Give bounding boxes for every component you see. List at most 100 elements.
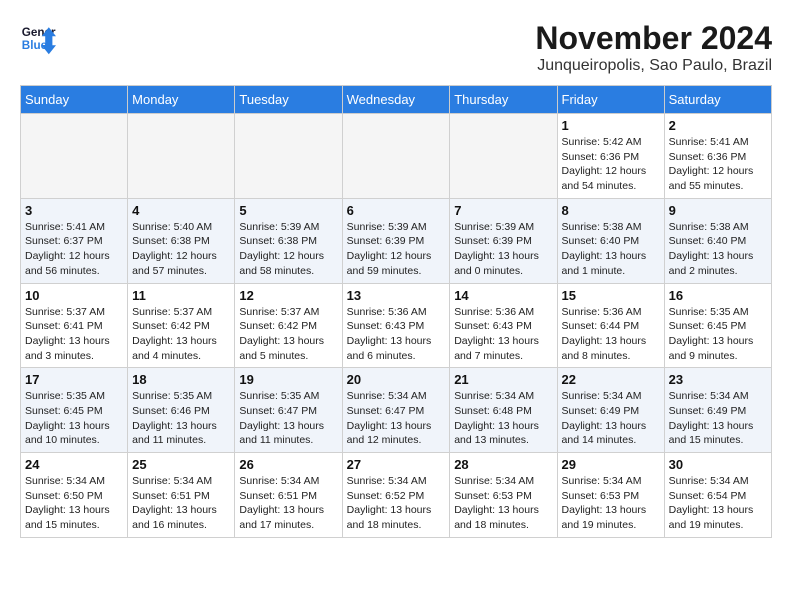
calendar-day-cell: 8 Sunrise: 5:38 AM Sunset: 6:40 PM Daylig… [557,198,664,283]
day-number: 27 [347,457,446,472]
day-info: Sunrise: 5:36 AM Sunset: 6:43 PM Dayligh… [347,305,446,364]
day-info: Sunrise: 5:35 AM Sunset: 6:46 PM Dayligh… [132,389,230,448]
calendar-week-row: 17 Sunrise: 5:35 AM Sunset: 6:45 PM Dayli… [21,368,772,453]
calendar-day-cell [128,114,235,199]
day-number: 3 [25,203,123,218]
day-number: 14 [454,288,552,303]
day-info: Sunrise: 5:34 AM Sunset: 6:50 PM Dayligh… [25,474,123,533]
day-number: 16 [669,288,767,303]
day-number: 21 [454,372,552,387]
location-subtitle: Junqueiropolis, Sao Paulo, Brazil [535,57,772,75]
day-number: 7 [454,203,552,218]
calendar-day-cell: 7 Sunrise: 5:39 AM Sunset: 6:39 PM Daylig… [450,198,557,283]
calendar-day-cell: 14 Sunrise: 5:36 AM Sunset: 6:43 PM Dayli… [450,283,557,368]
calendar-day-cell: 23 Sunrise: 5:34 AM Sunset: 6:49 PM Dayli… [664,368,771,453]
day-number: 6 [347,203,446,218]
calendar-day-cell: 19 Sunrise: 5:35 AM Sunset: 6:47 PM Dayli… [235,368,342,453]
calendar-day-cell: 20 Sunrise: 5:34 AM Sunset: 6:47 PM Dayli… [342,368,450,453]
day-info: Sunrise: 5:38 AM Sunset: 6:40 PM Dayligh… [669,220,767,279]
logo-icon: General Blue [20,20,56,56]
day-info: Sunrise: 5:34 AM Sunset: 6:52 PM Dayligh… [347,474,446,533]
calendar-day-cell: 25 Sunrise: 5:34 AM Sunset: 6:51 PM Dayli… [128,453,235,538]
day-number: 24 [25,457,123,472]
calendar-day-cell: 12 Sunrise: 5:37 AM Sunset: 6:42 PM Dayli… [235,283,342,368]
header-saturday: Saturday [664,86,771,114]
calendar-day-cell: 29 Sunrise: 5:34 AM Sunset: 6:53 PM Dayli… [557,453,664,538]
day-number: 13 [347,288,446,303]
calendar-week-row: 10 Sunrise: 5:37 AM Sunset: 6:41 PM Dayli… [21,283,772,368]
calendar-day-cell: 11Sunrise: 5:37 AM Sunset: 6:42 PM Dayli… [128,283,235,368]
day-info: Sunrise: 5:39 AM Sunset: 6:39 PM Dayligh… [454,220,552,279]
day-number: 18 [132,372,230,387]
header-monday: Monday [128,86,235,114]
day-info: Sunrise: 5:34 AM Sunset: 6:48 PM Dayligh… [454,389,552,448]
day-info: Sunrise: 5:35 AM Sunset: 6:45 PM Dayligh… [669,305,767,364]
day-number: 2 [669,118,767,133]
calendar-day-cell: 5Sunrise: 5:39 AM Sunset: 6:38 PM Daylig… [235,198,342,283]
calendar-day-cell: 4 Sunrise: 5:40 AM Sunset: 6:38 PM Daylig… [128,198,235,283]
day-number: 12 [239,288,337,303]
day-number: 8 [562,203,660,218]
header-sunday: Sunday [21,86,128,114]
calendar-day-cell: 24 Sunrise: 5:34 AM Sunset: 6:50 PM Dayli… [21,453,128,538]
day-number: 17 [25,372,123,387]
day-info: Sunrise: 5:37 AM Sunset: 6:42 PM Dayligh… [132,305,230,364]
day-info: Sunrise: 5:35 AM Sunset: 6:47 PM Dayligh… [239,389,337,448]
day-info: Sunrise: 5:34 AM Sunset: 6:51 PM Dayligh… [239,474,337,533]
calendar-day-cell: 21 Sunrise: 5:34 AM Sunset: 6:48 PM Dayli… [450,368,557,453]
day-info: Sunrise: 5:41 AM Sunset: 6:37 PM Dayligh… [25,220,123,279]
day-number: 19 [239,372,337,387]
day-info: Sunrise: 5:34 AM Sunset: 6:49 PM Dayligh… [669,389,767,448]
day-info: Sunrise: 5:39 AM Sunset: 6:39 PM Dayligh… [347,220,446,279]
day-number: 26 [239,457,337,472]
day-info: Sunrise: 5:37 AM Sunset: 6:42 PM Dayligh… [239,305,337,364]
calendar-header-row: SundayMondayTuesdayWednesdayThursdayFrid… [21,86,772,114]
day-info: Sunrise: 5:38 AM Sunset: 6:40 PM Dayligh… [562,220,660,279]
day-info: Sunrise: 5:34 AM Sunset: 6:53 PM Dayligh… [454,474,552,533]
calendar-day-cell: 2 Sunrise: 5:41 AM Sunset: 6:36 PM Daylig… [664,114,771,199]
day-info: Sunrise: 5:41 AM Sunset: 6:36 PM Dayligh… [669,135,767,194]
day-info: Sunrise: 5:34 AM Sunset: 6:51 PM Dayligh… [132,474,230,533]
calendar-day-cell: 6 Sunrise: 5:39 AM Sunset: 6:39 PM Daylig… [342,198,450,283]
day-number: 10 [25,288,123,303]
calendar-day-cell [450,114,557,199]
day-number: 25 [132,457,230,472]
day-info: Sunrise: 5:34 AM Sunset: 6:49 PM Dayligh… [562,389,660,448]
month-year-title: November 2024 [535,20,772,57]
day-number: 9 [669,203,767,218]
calendar-day-cell: 16 Sunrise: 5:35 AM Sunset: 6:45 PM Dayli… [664,283,771,368]
header-wednesday: Wednesday [342,86,450,114]
calendar-day-cell: 26 Sunrise: 5:34 AM Sunset: 6:51 PM Dayli… [235,453,342,538]
calendar-day-cell: 13 Sunrise: 5:36 AM Sunset: 6:43 PM Dayli… [342,283,450,368]
calendar-day-cell: 30 Sunrise: 5:34 AM Sunset: 6:54 PM Dayli… [664,453,771,538]
day-number: 20 [347,372,446,387]
header-thursday: Thursday [450,86,557,114]
calendar-day-cell: 9 Sunrise: 5:38 AM Sunset: 6:40 PM Daylig… [664,198,771,283]
day-number: 29 [562,457,660,472]
title-block: November 2024 Junqueiropolis, Sao Paulo,… [535,20,772,75]
calendar-day-cell: 10 Sunrise: 5:37 AM Sunset: 6:41 PM Dayli… [21,283,128,368]
day-number: 22 [562,372,660,387]
calendar-day-cell: 15 Sunrise: 5:36 AM Sunset: 6:44 PM Dayli… [557,283,664,368]
day-info: Sunrise: 5:34 AM Sunset: 6:53 PM Dayligh… [562,474,660,533]
day-number: 1 [562,118,660,133]
calendar-week-row: 1Sunrise: 5:42 AM Sunset: 6:36 PM Daylig… [21,114,772,199]
day-info: Sunrise: 5:35 AM Sunset: 6:45 PM Dayligh… [25,389,123,448]
calendar-day-cell [235,114,342,199]
day-number: 4 [132,203,230,218]
day-number: 15 [562,288,660,303]
calendar-day-cell: 1Sunrise: 5:42 AM Sunset: 6:36 PM Daylig… [557,114,664,199]
day-info: Sunrise: 5:34 AM Sunset: 6:47 PM Dayligh… [347,389,446,448]
day-number: 23 [669,372,767,387]
day-info: Sunrise: 5:37 AM Sunset: 6:41 PM Dayligh… [25,305,123,364]
day-info: Sunrise: 5:34 AM Sunset: 6:54 PM Dayligh… [669,474,767,533]
calendar-week-row: 3 Sunrise: 5:41 AM Sunset: 6:37 PM Daylig… [21,198,772,283]
header-tuesday: Tuesday [235,86,342,114]
day-info: Sunrise: 5:36 AM Sunset: 6:43 PM Dayligh… [454,305,552,364]
day-number: 30 [669,457,767,472]
page-header: General Blue November 2024 Junqueiropoli… [20,20,772,75]
day-info: Sunrise: 5:40 AM Sunset: 6:38 PM Dayligh… [132,220,230,279]
logo: General Blue [20,20,56,56]
day-info: Sunrise: 5:36 AM Sunset: 6:44 PM Dayligh… [562,305,660,364]
header-friday: Friday [557,86,664,114]
